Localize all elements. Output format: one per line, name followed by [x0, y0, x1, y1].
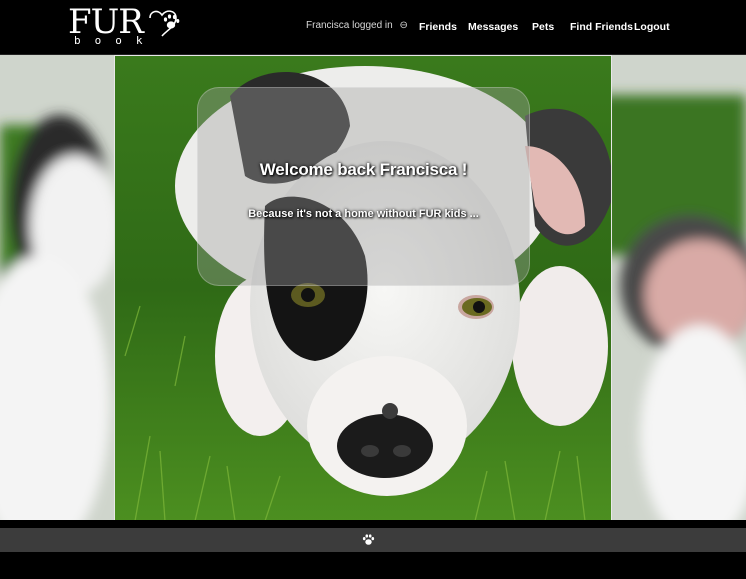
login-status: Francisca logged in ⊖ — [306, 20, 408, 31]
nav-logout[interactable]: Logout — [634, 21, 670, 33]
footer-gap — [0, 520, 746, 528]
user-circle-icon: ⊖ — [399, 20, 408, 31]
hero-section: Welcome back Francisca ! Because it's no… — [0, 55, 746, 520]
welcome-subtitle: Because it's not a home without FUR kids… — [248, 208, 479, 220]
page-bottom — [0, 552, 746, 579]
footer-bar — [0, 528, 746, 552]
nav-find-friends[interactable]: Find Friends — [570, 21, 633, 33]
paw-icon — [362, 534, 375, 545]
welcome-card: Welcome back Francisca ! Because it's no… — [197, 87, 530, 286]
top-navbar: FUR book Francisca logged in ⊖ Friends M… — [0, 0, 746, 55]
login-status-text: Francisca logged in — [306, 20, 393, 31]
nav-pets[interactable]: Pets — [532, 21, 554, 33]
heart-paw-icon — [149, 10, 180, 37]
nav-messages[interactable]: Messages — [468, 21, 518, 33]
welcome-title: Welcome back Francisca ! — [259, 160, 468, 179]
furbook-logo[interactable]: FUR book — [68, 4, 184, 50]
logo-book-text: book — [74, 34, 157, 47]
nav-friends[interactable]: Friends — [419, 21, 457, 33]
